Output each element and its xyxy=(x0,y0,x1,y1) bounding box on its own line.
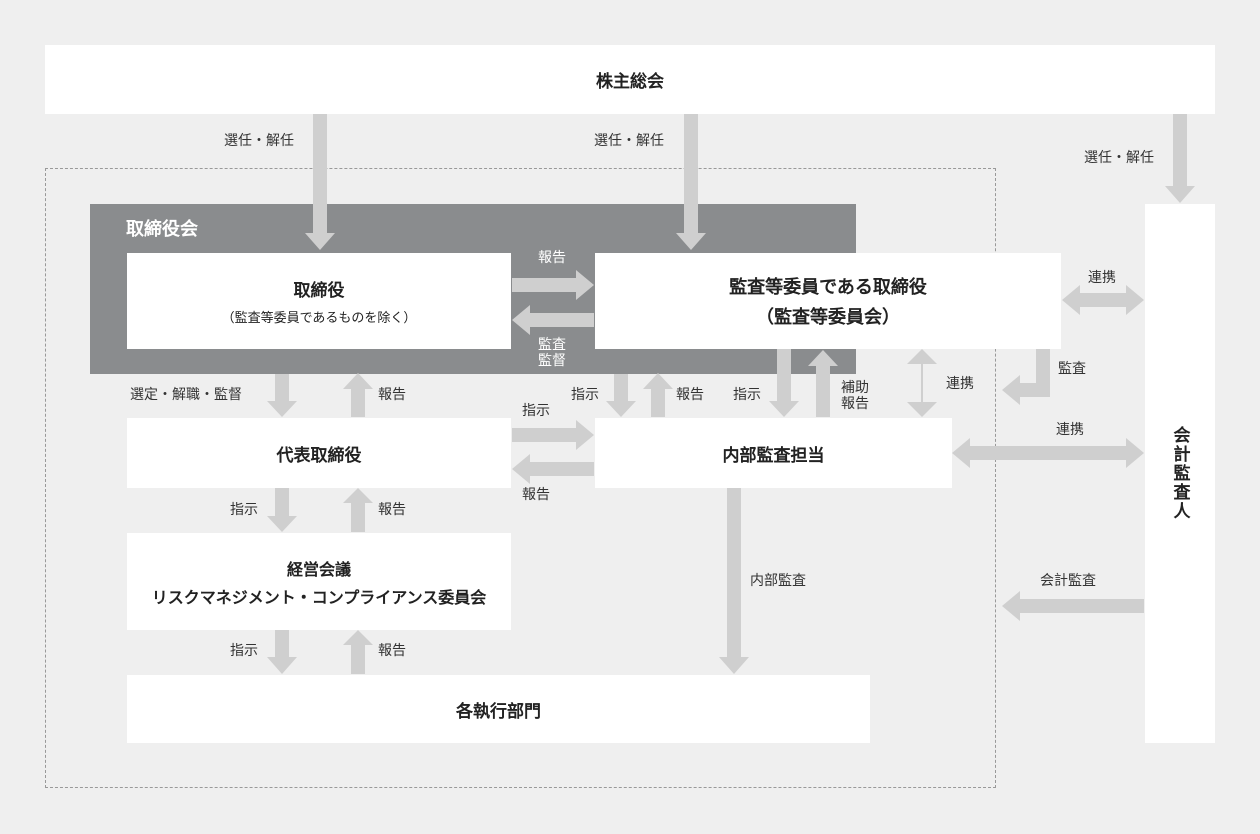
label-report-internal-rep: 報告 xyxy=(522,487,550,503)
label-instruct-mgmt-dept: 指示 xyxy=(230,643,258,659)
label-internal-audit-line: 内部監査 xyxy=(750,573,806,589)
departments-box: 各執行部門 xyxy=(127,675,870,743)
accounting-auditor-box: 会計監査人 xyxy=(1145,204,1215,743)
arrow-coop-audit-auditor xyxy=(1062,285,1144,315)
management-committee-box: 経営会議 リスクマネジメント・コンプライアンス委員会 xyxy=(127,533,511,630)
shareholders-meeting-label: 株主総会 xyxy=(596,72,664,92)
label-audit-by-auditor: 監査 xyxy=(1058,361,1086,377)
arrow-report-mgmt-rep xyxy=(343,488,373,532)
management-committee-line2: リスクマネジメント・コンプライアンス委員会 xyxy=(151,587,487,607)
management-committee-line1: 経営会議 xyxy=(286,559,351,579)
audit-directors-line2: （監査等委員会） xyxy=(756,307,900,328)
internal-audit-box: 内部監査担当 xyxy=(595,418,952,488)
label-audit-supervise: 監査 監督 xyxy=(538,337,566,370)
arrow-report-internal-rep xyxy=(512,454,594,484)
arrow-coop-internal-auditor xyxy=(952,438,1144,468)
arrow-report-rep-board xyxy=(343,373,373,417)
arrow-audit-by-auditor xyxy=(1002,349,1050,405)
arrow-audit-supervise xyxy=(512,305,594,335)
label-select-dismiss-supervise: 選定・解職・監督 xyxy=(130,387,242,403)
directors-subtitle: （監査等委員であるものを除く） xyxy=(221,311,417,326)
label-report-rep-board: 報告 xyxy=(378,387,406,403)
arrow-internal-audit-line xyxy=(719,488,749,674)
label-coop-internal-audit: 連携 xyxy=(946,376,974,392)
arrow-instruct-mgmt-dept xyxy=(267,630,297,674)
label-elect-dismiss-audit: 選任・解任 xyxy=(594,133,664,149)
accounting-auditor-label: 会計監査人 xyxy=(1169,426,1190,521)
audit-directors-line1: 監査等委員である取締役 xyxy=(729,277,927,298)
representative-director-label: 代表取締役 xyxy=(276,445,362,466)
arrow-instruct-audit-internal xyxy=(769,349,799,417)
internal-audit-label: 内部監査担当 xyxy=(722,445,825,466)
departments-label: 各執行部門 xyxy=(456,701,541,722)
label-report-internal-audit-left: 報告 xyxy=(676,387,704,403)
label-instruct-audit-internal-left: 指示 xyxy=(571,387,599,403)
label-coop-internal-auditor: 連携 xyxy=(1056,422,1084,438)
label-instruct-rep-mgmt: 指示 xyxy=(230,502,258,518)
arrow-coop-internal-audit xyxy=(907,349,937,417)
arrow-assist-report xyxy=(808,350,838,417)
directors-box: 取締役 （監査等委員であるものを除く） xyxy=(127,253,511,349)
label-report-dept-mgmt: 報告 xyxy=(378,643,406,659)
label-coop-audit-auditor: 連携 xyxy=(1088,270,1116,286)
arrow-elect-directors xyxy=(305,114,335,250)
shareholders-meeting-box: 株主総会 xyxy=(45,45,1215,114)
arrow-report-dept-mgmt xyxy=(343,630,373,674)
label-elect-dismiss-directors: 選任・解任 xyxy=(224,133,294,149)
label-report-mgmt-rep: 報告 xyxy=(378,502,406,518)
directors-title: 取締役 xyxy=(293,281,345,301)
label-assist-report: 補助 報告 xyxy=(841,380,869,413)
arrow-report-to-audit xyxy=(512,270,594,300)
arrow-select-supervise xyxy=(267,374,297,417)
arrow-instruct-rep-internal xyxy=(512,420,594,450)
label-elect-dismiss-auditor: 選任・解任 xyxy=(1084,150,1154,166)
label-accounting-audit: 会計監査 xyxy=(1040,573,1096,589)
label-instruct-rep-internal: 指示 xyxy=(522,403,550,419)
arrow-instruct-audit-internal-left xyxy=(606,374,636,417)
label-report-to-audit: 報告 xyxy=(538,250,566,266)
representative-director-box: 代表取締役 xyxy=(127,418,511,488)
arrow-instruct-rep-mgmt xyxy=(267,488,297,532)
arrow-elect-auditor xyxy=(1165,114,1195,203)
arrow-report-internal-audit-left xyxy=(643,373,673,417)
arrow-accounting-audit xyxy=(1002,591,1144,621)
label-instruct-audit-internal: 指示 xyxy=(733,387,761,403)
audit-directors-box: 監査等委員である取締役 （監査等委員会） xyxy=(595,253,1061,349)
arrow-elect-audit-directors xyxy=(676,114,706,250)
